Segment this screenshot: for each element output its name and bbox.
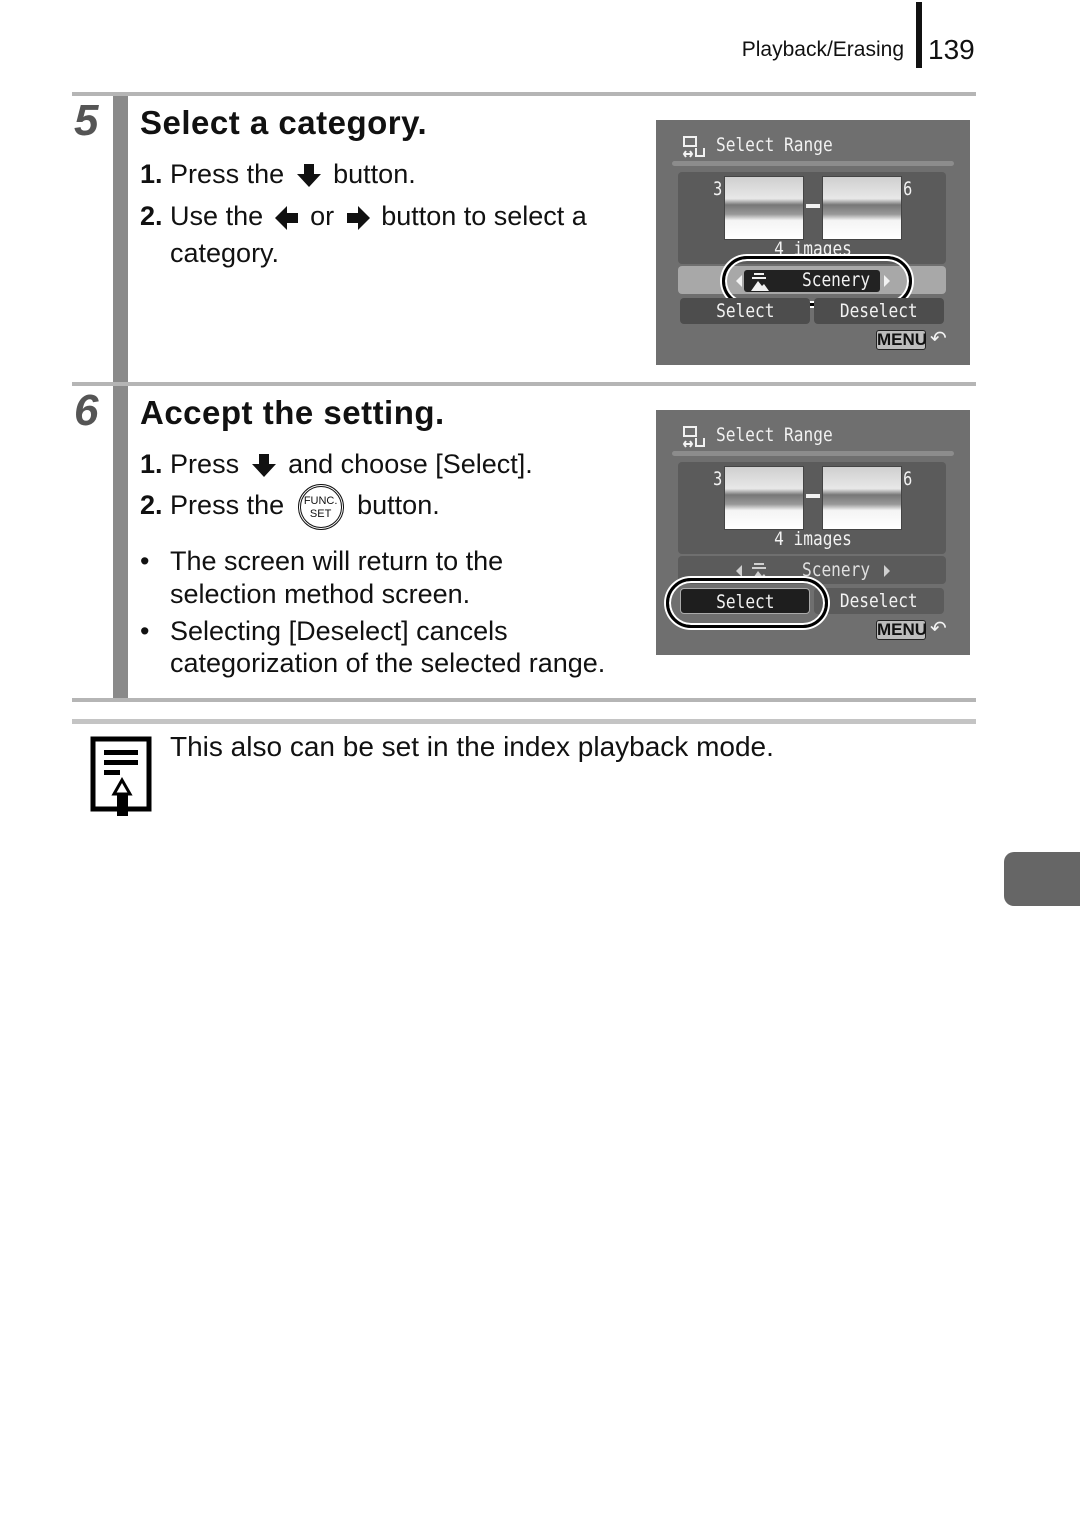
page-number: 139	[928, 34, 975, 65]
title-underline	[672, 451, 954, 456]
bullet-2-line-1: Selecting [Deselect] cancels	[170, 616, 508, 646]
item-text: button to select a	[381, 201, 587, 231]
return-icon: ↶	[930, 326, 947, 350]
return-icon: ↶	[930, 616, 947, 640]
image-count: 4 images	[774, 528, 852, 550]
bullet-1-line-2: selection method screen.	[170, 579, 471, 609]
menu-button[interactable]: MENU	[876, 620, 927, 640]
down-arrow-icon	[251, 453, 276, 477]
start-index: 3	[713, 468, 723, 490]
menu-button[interactable]: MENU	[876, 330, 927, 350]
left-arrow-icon	[274, 205, 298, 230]
category-label: Scenery	[802, 559, 871, 581]
memo-pencil-icon	[90, 736, 152, 816]
note-text: This also can be set in the index playba…	[170, 731, 774, 762]
step-5-bar	[113, 96, 128, 382]
range-dash	[806, 494, 820, 498]
screen-title: Select Range	[716, 424, 833, 446]
item-text: button.	[357, 490, 440, 521]
chapter-tab	[1004, 852, 1080, 906]
step-5-item-2-continuation: category.	[170, 238, 280, 268]
step-6-title: Accept the setting.	[140, 394, 445, 431]
header-divider	[916, 2, 922, 68]
top-rule	[72, 92, 976, 96]
item-text: and choose [Select].	[288, 449, 533, 479]
item-text: Use the	[170, 201, 264, 231]
item-number: 2.	[140, 490, 163, 521]
start-thumbnail	[724, 176, 804, 240]
screen-title: Select Range	[716, 134, 833, 156]
end-index: 6	[903, 468, 913, 490]
start-index: 3	[713, 178, 723, 200]
end-thumbnail	[822, 466, 902, 530]
camera-screen-select-category: Select Range 3 6 4 images Scenery Select…	[656, 120, 970, 365]
step-6-item-1: 1. Press and choose [Select].	[140, 449, 533, 480]
right-arrow-icon	[346, 205, 370, 230]
step-5-title: Select a category.	[140, 104, 428, 141]
step-divider	[72, 382, 976, 386]
item-number: 2.	[140, 201, 163, 231]
step-5-number: 5	[74, 96, 99, 145]
end-thumbnail	[822, 176, 902, 240]
deselect-button[interactable]: Deselect	[814, 588, 944, 614]
item-number: 1.	[140, 449, 163, 479]
bullet-icon: •	[140, 546, 150, 576]
step-5-item-1: 1. Press the button.	[140, 159, 416, 190]
left-triangle-icon[interactable]	[736, 565, 742, 577]
right-triangle-icon[interactable]	[884, 565, 890, 577]
step-5-item-2: 2. Use the or button to select a	[140, 201, 587, 232]
section-title: Playback/Erasing	[741, 38, 904, 61]
bottom-rule	[72, 698, 976, 702]
range-dash	[806, 204, 820, 208]
start-thumbnail	[724, 466, 804, 530]
func-set-button-icon: FUNC. SET	[297, 484, 344, 530]
title-underline	[672, 161, 954, 166]
step-6-bar	[113, 386, 128, 698]
camera-screen-accept: Select Range 3 6 4 images Scenery Select…	[656, 410, 970, 655]
item-text: or	[310, 201, 335, 231]
select-button[interactable]: Select	[680, 298, 810, 324]
highlight-ring	[666, 578, 828, 628]
step-6-item-2: 2. Press the FUNC. SET button.	[140, 484, 440, 530]
item-text: Press the	[170, 490, 285, 521]
item-text: Press the	[170, 159, 285, 189]
down-arrow-icon	[296, 163, 321, 187]
bullet-icon: •	[140, 616, 150, 646]
item-text: button.	[333, 159, 416, 189]
select-range-icon	[682, 426, 705, 448]
deselect-button[interactable]: Deselect	[814, 298, 944, 324]
end-index: 6	[903, 178, 913, 200]
note-rule	[72, 719, 976, 724]
step-6-number: 6	[74, 386, 99, 435]
select-range-icon	[682, 136, 705, 158]
bullet-1-line-1: The screen will return to the	[170, 546, 504, 576]
item-number: 1.	[140, 159, 163, 189]
item-text: Press	[170, 449, 240, 479]
bullet-2-line-2: categorization of the selected range.	[170, 648, 606, 678]
